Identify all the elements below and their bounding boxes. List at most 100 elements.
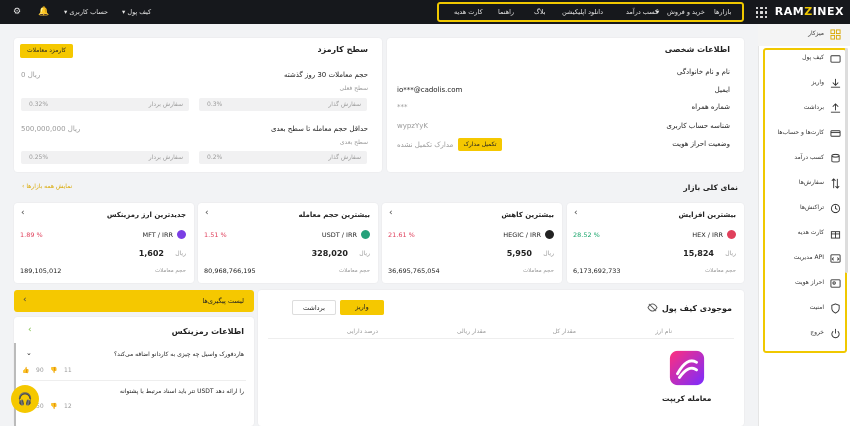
- nav-download-app[interactable]: دانلود اپلیکیشن: [562, 0, 603, 24]
- chevron-left-icon[interactable]: ‹: [205, 208, 209, 218]
- deposit-button[interactable]: واریز: [340, 300, 384, 315]
- gear-icon[interactable]: ⚙: [13, 0, 21, 24]
- chevron-left-icon[interactable]: ‹: [28, 325, 32, 335]
- market-price: 5,950: [506, 249, 532, 258]
- fee-level-title: سطح کارمزد: [317, 45, 368, 54]
- ramzinex-logo[interactable]: RAMZINEX: [766, 3, 844, 21]
- market-volume: 36,695,765,054: [388, 267, 440, 275]
- sidebar-item-kyc[interactable]: احراز هویت: [758, 273, 850, 295]
- complete-documents-button[interactable]: تکمیل مدارک: [458, 138, 502, 151]
- sidebar-item-dashboard[interactable]: میزکار: [758, 24, 850, 46]
- sidebar-item-cards[interactable]: کارت‌ها و حساب‌ها: [758, 123, 850, 145]
- volume-30d-label: حجم معاملات 30 روز گذشته: [284, 71, 368, 79]
- api-icon: [830, 254, 841, 263]
- sidebar-item-gift-card[interactable]: کارت هدیه: [758, 223, 850, 245]
- volume-30d-value: 0 ریال: [21, 71, 41, 79]
- watchlist-label: لیست پیگیری‌ها: [202, 297, 244, 305]
- eye-off-icon[interactable]: [647, 303, 658, 312]
- next-level-label: سطح بعدی: [339, 139, 368, 146]
- market-card-title: جدیدترین ارز رمزینکس: [106, 211, 186, 219]
- sidebar-item-label: میزکار: [808, 30, 824, 37]
- sidebar-item-label: واریز: [811, 79, 824, 86]
- nav-gift-card[interactable]: کارت هدیه: [454, 0, 483, 24]
- rial-unit: ریال: [175, 250, 186, 257]
- sidebar-item-security[interactable]: امنیت: [758, 298, 850, 320]
- id-card-icon: [830, 279, 841, 288]
- dislike-count: 12: [64, 403, 72, 410]
- wallet-balance-title: موجودی کیف پول: [661, 304, 732, 313]
- nav-earn[interactable]: کسب درآمد: [626, 0, 658, 24]
- news-item-1[interactable]: هاردفورک واسیل چه چیزی به کاردانو اضافه …: [114, 351, 244, 358]
- sidebar-item-transactions[interactable]: تراکنش‌ها: [758, 198, 850, 220]
- account-menu[interactable]: ▾ حساب کاربری: [64, 0, 108, 24]
- show-all-markets-link[interactable]: ‹ نمایش همه بازارها: [22, 183, 72, 190]
- sidebar-item-logout[interactable]: خروج: [758, 323, 850, 345]
- volume-caption: حجم معاملات: [154, 268, 186, 274]
- logo-text-part: INEX: [812, 5, 844, 18]
- nav-blog[interactable]: بلاگ: [534, 0, 546, 24]
- sidebar-item-wallet[interactable]: کیف پول: [758, 48, 850, 70]
- sidebar-item-label: تراکنش‌ها: [800, 204, 824, 211]
- nav-guide[interactable]: راهنما: [498, 0, 514, 24]
- coins-icon: [831, 153, 840, 163]
- thumbs-down-icon[interactable]: 👎: [50, 367, 57, 374]
- label-kyc-status: وضعیت احراز هویت: [672, 140, 730, 148]
- divider: [268, 338, 734, 339]
- top-navbar: ⚙ 🔔 ▾ حساب کاربری ▾ کیف پول کارت هدیه را…: [0, 0, 850, 24]
- sidebar-item-deposit[interactable]: واریز: [758, 73, 850, 95]
- chevron-left-icon[interactable]: ‹: [21, 208, 25, 218]
- sidebar-item-label: کسب درآمد: [794, 154, 824, 161]
- news-card: اطلاعات رمزینکس ‹ هاردفورک واسیل چه چیزی…: [14, 317, 254, 426]
- label-user-id: شناسه حساب کاربری: [666, 122, 730, 130]
- trading-fees-button[interactable]: کارمزد معاملات: [20, 44, 73, 58]
- thumbs-up-icon[interactable]: 👍: [22, 367, 29, 374]
- sidebar-item-label: مدیریت API: [793, 254, 824, 261]
- sidebar-scrollbar[interactable]: [845, 48, 848, 273]
- taker-label: سفارش بردار: [148, 154, 183, 161]
- market-card[interactable]: بیشترین کاهش ‹ HEGIC / IRR 21.61 % 5,950 ریال…: [382, 203, 562, 283]
- market-card[interactable]: بیشترین افزایش ‹ HEX / IRR 28.52 % 15,824 ریا…: [567, 203, 744, 283]
- volume-caption: حجم معاملات: [338, 268, 370, 274]
- sidebar-item-label: کارت هدیه: [797, 229, 824, 236]
- next-taker-fee: سفارش بردار 0.25%: [21, 151, 189, 164]
- wallet-icon: [830, 55, 841, 63]
- show-all-markets-label: نمایش همه بازارها: [26, 183, 73, 190]
- market-volume: 80,968,766,195: [204, 267, 256, 275]
- sidebar-item-label: برداشت: [803, 104, 824, 111]
- volume-caption: حجم معاملات: [522, 268, 554, 274]
- news-item-2[interactable]: تتر باید اسناد مرتبط با پشتوانه USDT را …: [120, 388, 244, 395]
- market-volume: 6,173,692,733: [573, 267, 621, 275]
- chevron-left-icon[interactable]: ‹: [389, 208, 393, 218]
- market-card-title: بیشترین افزایش: [678, 211, 736, 219]
- withdraw-button[interactable]: برداشت: [292, 300, 336, 315]
- market-price: 15,824: [683, 249, 714, 258]
- market-card[interactable]: بیشترین حجم معامله ‹ USDT / IRR 1.51 % 328,0…: [198, 203, 378, 283]
- news-scrollbar[interactable]: [14, 343, 16, 426]
- next-maker-fee: سفارش گذار 0.2%: [199, 151, 367, 164]
- nav-markets[interactable]: بازارها: [714, 0, 731, 24]
- coin-icon: [177, 230, 186, 239]
- col-asset-percent: درصد دارایی: [346, 328, 378, 335]
- market-pair: HEGIC / IRR: [503, 231, 541, 239]
- watchlist-bar[interactable]: لیست پیگیری‌ها ‹: [14, 290, 254, 312]
- market-price: 328,020: [311, 249, 348, 258]
- nav-buy-sell[interactable]: خرید و فروش: [667, 0, 705, 24]
- bell-icon[interactable]: 🔔: [38, 0, 49, 24]
- coin-icon: [361, 230, 370, 239]
- sidebar-item-withdraw[interactable]: برداشت: [758, 98, 850, 120]
- rial-unit: ریال: [359, 250, 370, 257]
- chevron-left-icon[interactable]: ‹: [574, 208, 578, 218]
- market-card[interactable]: جدیدترین ارز رمزینکس ‹ MFT / IRR 1.89 % 1,60…: [14, 203, 194, 283]
- wallet-menu[interactable]: ▾ کیف پول: [122, 0, 151, 24]
- sidebar-item-earn[interactable]: کسب درآمد: [758, 148, 850, 170]
- chevron-down-icon[interactable]: ⌄: [26, 349, 32, 357]
- taker-label: سفارش بردار: [148, 101, 183, 108]
- personal-info-title: اطلاعات شخصی: [664, 45, 730, 54]
- thumbs-down-icon[interactable]: 👎: [50, 403, 57, 410]
- wallet-label: کیف پول: [127, 8, 152, 16]
- sidebar-item-api[interactable]: مدیریت API: [758, 248, 850, 270]
- maker-fee-value: 0.2%: [207, 154, 223, 161]
- support-headset-icon[interactable]: 🎧: [11, 385, 39, 413]
- sidebar-item-orders[interactable]: سفارش‌ها: [758, 173, 850, 195]
- market-change-percent: 1.89 %: [20, 231, 43, 239]
